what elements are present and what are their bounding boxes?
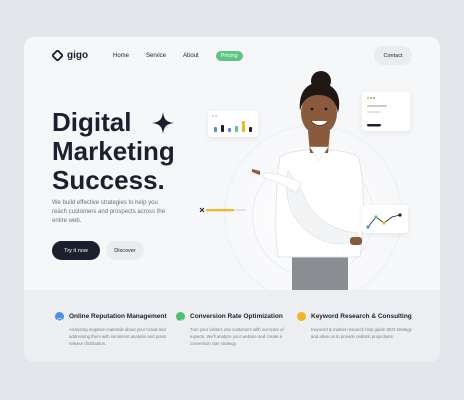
feature-title: Online Reputation Management [69,313,167,320]
mini-panel [367,97,387,127]
feature-reputation: Online Reputation Management Analyzing n… [55,312,183,347]
logo-text: gigo [67,50,89,61]
check-circle-icon [176,312,185,323]
hero-description: We build effective strategies to help yo… [52,200,166,224]
feature-title: Keyword Research & Consulting [311,313,412,320]
smile-icon [297,312,306,323]
feature-description: Analyzing negative materials about your … [69,327,167,346]
sparkle-icon [152,112,174,134]
progress-widget [198,203,250,215]
feature-conversion: Conversion Rate Optimization Turn your v… [176,312,304,347]
mini-progress-bar [199,207,246,213]
features-strip: Online Reputation Management Analyzing n… [24,290,440,362]
landing-page-card: gigo Home Service About Pricing Contact … [24,37,440,362]
mini-line-chart [366,213,402,229]
nav-links: Home Service About Pricing [113,51,243,61]
nav-link-about[interactable]: About [183,51,199,61]
hero-title: Digital Marketing Success. [52,107,175,195]
logo[interactable]: gigo [52,50,88,61]
nav-link-pricing[interactable]: Pricing [215,51,243,61]
mini-bar-chart [212,115,252,132]
feature-keyword: Keyword Research & Consulting Keyword & … [297,312,425,340]
nav-link-service[interactable]: Service [146,51,166,61]
stats-panel-widget [362,92,410,131]
feature-title: Conversion Rate Optimization [190,313,283,320]
bar-chart-widget [208,111,258,137]
feature-description: Turn your visitors into customers with o… [190,327,284,346]
globe-icon [55,312,64,324]
nav-link-home[interactable]: Home [113,51,129,61]
line-chart-widget [362,205,408,233]
logo-diamond-icon [52,50,63,61]
feature-description: Keyword & market research help guide SEO… [311,327,412,339]
discover-button[interactable]: Discover [106,241,144,260]
try-it-now-button[interactable]: Try it now [52,241,100,260]
